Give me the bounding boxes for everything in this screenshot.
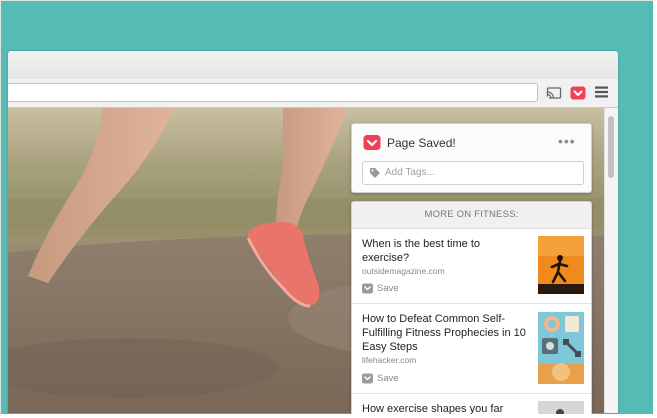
- article-title[interactable]: When is the best time to exercise?: [362, 237, 522, 265]
- article-thumbnail: [538, 236, 584, 294]
- pocket-saved-panel: Page Saved! ••• Add Tags...: [351, 123, 592, 193]
- navigation-toolbar: [8, 79, 618, 108]
- article-source: outsidemagazine.com: [362, 266, 445, 276]
- add-tags-placeholder: Add Tags...: [385, 167, 435, 178]
- page-saved-title: Page Saved!: [387, 136, 456, 150]
- scrollbar-thumb[interactable]: [608, 116, 614, 178]
- save-label: Save: [377, 283, 399, 294]
- cast-icon[interactable]: [546, 85, 562, 101]
- article-title[interactable]: How exercise shapes you far: [362, 402, 522, 414]
- screenshot-frame: Page Saved! ••• Add Tags... MORE ON FITN…: [0, 0, 657, 418]
- hamburger-menu-icon[interactable]: [595, 86, 608, 98]
- article-thumbnail: [538, 401, 584, 414]
- save-label: Save: [377, 373, 399, 384]
- tab-strip: [8, 51, 618, 80]
- list-item[interactable]: How exercise shapes you far: [352, 394, 591, 414]
- add-tags-input[interactable]: Add Tags...: [362, 161, 584, 185]
- pocket-save-icon: [362, 283, 373, 294]
- pocket-save-icon: [362, 373, 373, 384]
- address-bar[interactable]: [8, 83, 538, 102]
- vertical-scrollbar[interactable]: [604, 108, 618, 413]
- list-item[interactable]: When is the best time to exercise? outsi…: [352, 229, 591, 304]
- article-source: lifehacker.com: [362, 355, 417, 365]
- tag-icon: [370, 168, 380, 178]
- recommendations-header: MORE ON FITNESS:: [352, 202, 591, 229]
- pocket-logo-icon: [363, 135, 381, 150]
- list-item[interactable]: How to Defeat Common Self-Fulfilling Fit…: [352, 304, 591, 394]
- pocket-recommendations-panel: MORE ON FITNESS: When is the best time t…: [351, 201, 592, 414]
- article-title[interactable]: How to Defeat Common Self-Fulfilling Fit…: [362, 312, 532, 354]
- pocket-icon[interactable]: [570, 85, 586, 101]
- article-thumbnail: [538, 312, 584, 384]
- more-options-button[interactable]: •••: [558, 133, 576, 149]
